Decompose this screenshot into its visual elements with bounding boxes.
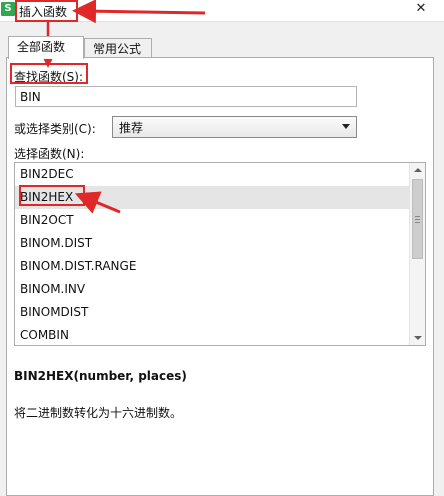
function-list-scrollbar[interactable]: [409, 163, 425, 345]
function-item-binom-dist-range[interactable]: BINOM.DIST.RANGE: [15, 255, 411, 278]
grip-icon: [415, 216, 420, 223]
title-bar: S 插入函数 ✕: [0, 0, 444, 22]
title-highlight-box: [15, 0, 78, 22]
function-signature: BIN2HEX(number, places): [14, 369, 187, 383]
insert-function-dialog: 全部函数 常用公式 查找函数(S): 或选择类别(C): 推荐 选择函数(N):…: [6, 36, 434, 496]
function-list[interactable]: BIN2DEC BIN2HEX BIN2OCT BINOM.DIST BINOM…: [14, 162, 426, 346]
function-item-binom-dist[interactable]: BINOM.DIST: [15, 232, 411, 255]
scroll-up-arrow-icon[interactable]: [414, 168, 422, 172]
tab-all-functions[interactable]: 全部函数: [8, 36, 84, 59]
search-label-highlight-box: [10, 63, 88, 84]
function-description: 将二进制数转化为十六进制数。: [14, 406, 183, 420]
function-item-combin[interactable]: COMBIN: [15, 324, 411, 345]
category-label: 或选择类别(C):: [14, 122, 96, 136]
tab-common-formulas[interactable]: 常用公式: [84, 38, 152, 58]
category-selected-value: 推荐: [119, 121, 144, 135]
function-item-bin2dec[interactable]: BIN2DEC: [15, 163, 411, 186]
function-item-binom-inv[interactable]: BINOM.INV: [15, 278, 411, 301]
scroll-down-arrow-icon[interactable]: [414, 336, 422, 340]
tab-panel: 查找函数(S): 或选择类别(C): 推荐 选择函数(N): BIN2DEC B…: [6, 57, 434, 496]
function-item-bin2oct[interactable]: BIN2OCT: [15, 209, 411, 232]
selected-function-highlight-box: [19, 185, 85, 206]
search-input[interactable]: [15, 86, 357, 107]
function-item-binomdist[interactable]: BINOMDIST: [15, 301, 411, 324]
scroll-thumb[interactable]: [412, 179, 423, 259]
wps-app-icon: S: [1, 2, 15, 16]
chevron-down-icon[interactable]: [342, 124, 350, 129]
close-button[interactable]: ✕: [398, 0, 444, 17]
function-list-label: 选择函数(N):: [14, 147, 85, 161]
category-select[interactable]: 推荐: [112, 116, 357, 138]
